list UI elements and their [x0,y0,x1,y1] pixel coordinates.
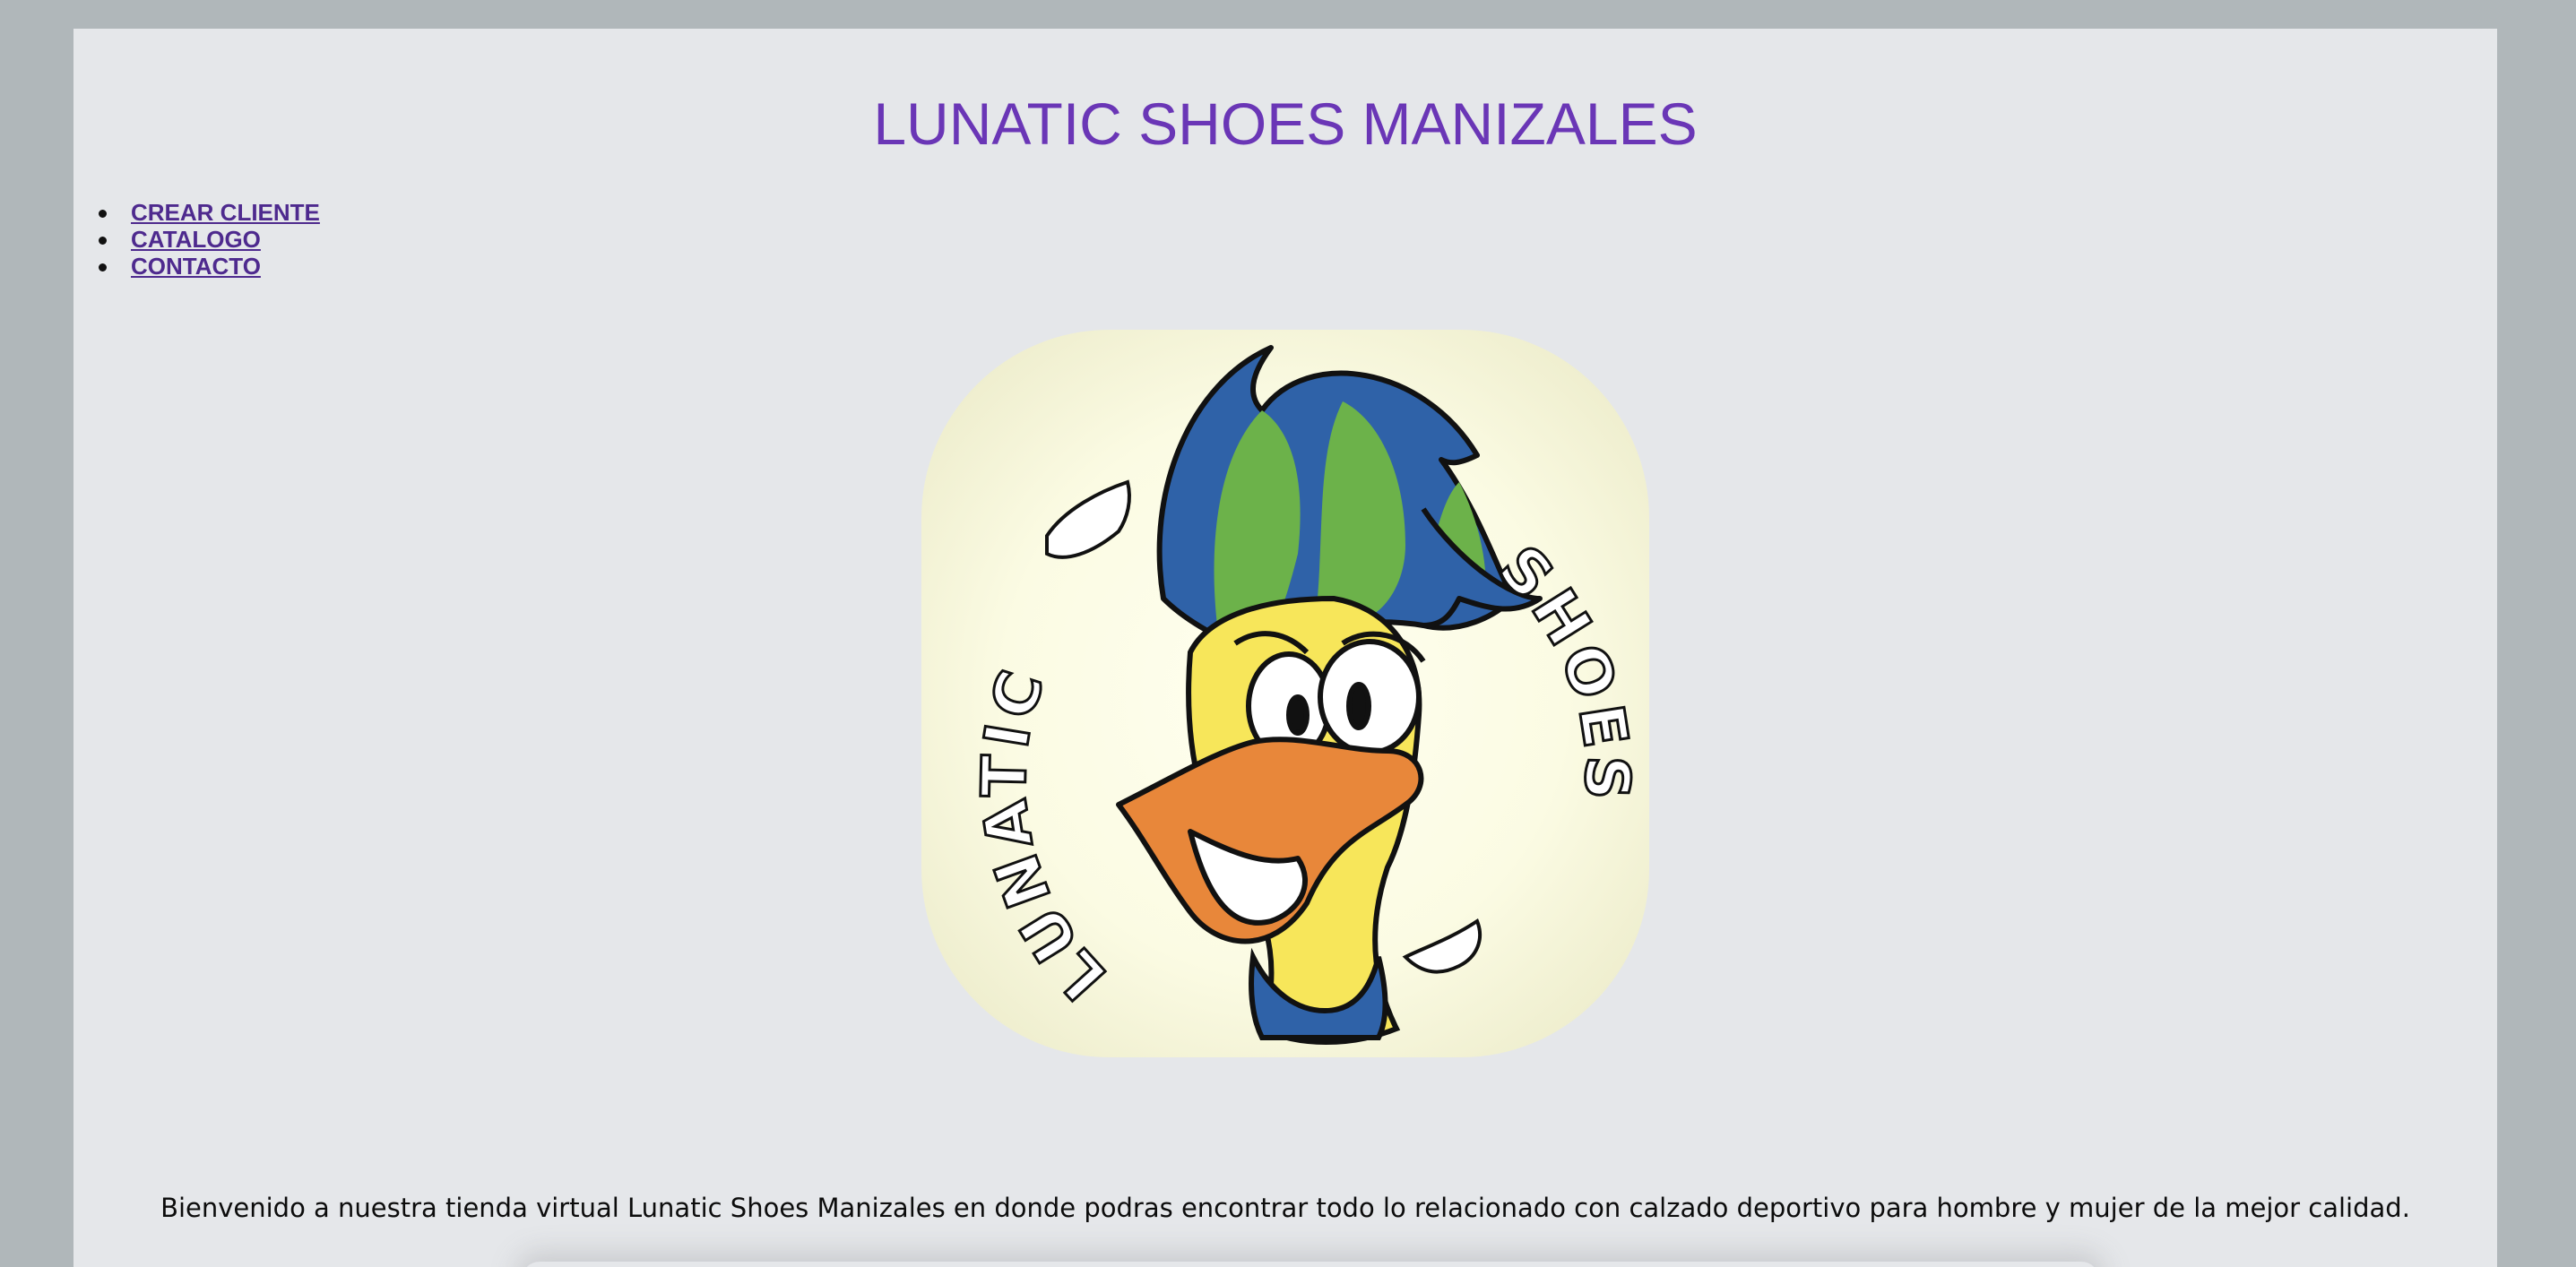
nav-link-catalogo[interactable]: CATALOGO [131,226,261,253]
logo-text-shoes: SHOES [1485,533,1643,806]
duck-mascot-icon: LUNATIC SHOES [968,345,1643,1045]
logo-text-lunatic: LUNATIC [969,658,1120,1013]
bullet-icon [99,210,107,218]
nav-item-crear-cliente: CREAR CLIENTE [99,199,320,226]
welcome-message: Bienvenido a nuestra tienda virtual Luna… [160,1193,2410,1223]
page-title: LUNATIC SHOES MANIZALES [873,90,1698,157]
bullet-icon [99,263,107,272]
nav-item-contacto: CONTACTO [99,253,320,280]
nav-link-contacto[interactable]: CONTACTO [131,253,261,280]
bullet-icon [99,237,107,245]
page-container: LUNATIC SHOES MANIZALES CREAR CLIENTE CA… [73,29,2497,1267]
brand-logo-image: LUNATIC SHOES [921,330,1649,1057]
nav-link-crear-cliente[interactable]: CREAR CLIENTE [131,199,320,226]
content-card-top [522,1262,2099,1267]
main-nav: CREAR CLIENTE CATALOGO CONTACTO [99,199,320,280]
nav-item-catalogo: CATALOGO [99,226,320,253]
